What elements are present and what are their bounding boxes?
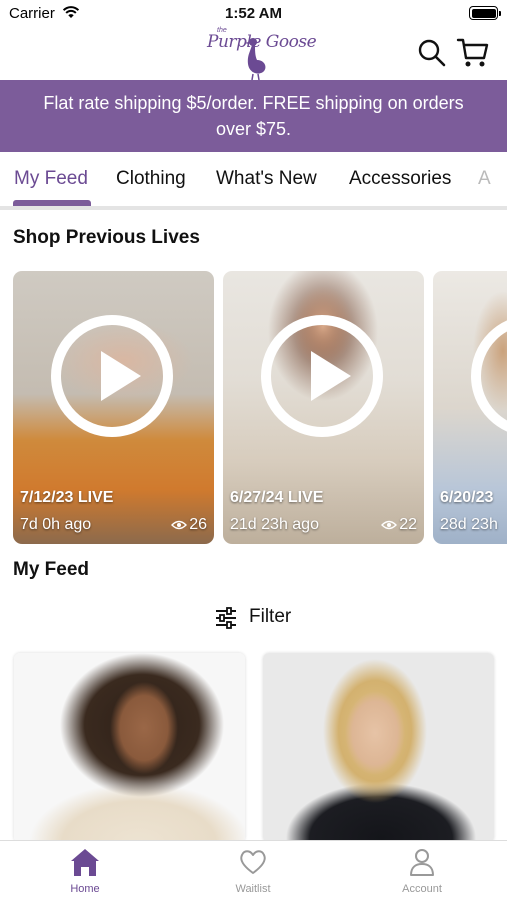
eye-icon [171,520,188,530]
sliders-icon [216,607,236,629]
tabs-divider [0,206,507,210]
play-icon[interactable] [51,315,173,437]
account-icon [410,849,434,876]
nav-home-label: Home [70,883,100,895]
live-views: 26 [171,516,207,534]
live-card[interactable]: 6/20/23 28d 23h [433,271,507,544]
battery-icon [469,6,501,20]
category-tabs: My Feed Clothing What's New Accessories … [0,152,507,208]
product-card[interactable] [263,653,494,843]
tab-my-feed[interactable]: My Feed [14,168,88,190]
live-ago: 28d 23h [440,516,498,533]
live-views: 22 [381,516,417,534]
home-icon [71,849,99,876]
nav-waitlist[interactable]: Waitlist [203,847,303,895]
banner-line-2: over $75. [215,119,292,139]
nav-account-label: Account [402,883,442,895]
live-ago: 21d 23h ago [230,516,319,533]
tab-accessories[interactable]: Accessories [349,168,451,190]
product-image [263,653,494,843]
tab-clothing[interactable]: Clothing [116,168,186,190]
tab-next-partial[interactable]: A [478,168,491,190]
section-title-previous-lives: Shop Previous Lives [13,227,200,248]
live-date: 7/12/23 LIVE [20,489,114,506]
banner-line-1: Flat rate shipping $5/order. FREE shippi… [43,93,464,113]
play-icon[interactable] [261,315,383,437]
nav-account[interactable]: Account [372,847,472,895]
app-header: the Purple Goose [0,27,507,80]
goose-icon [244,38,266,80]
live-ago: 7d 0h ago [20,516,92,533]
cart-icon[interactable] [456,36,490,70]
views-count: 26 [189,516,207,533]
live-date: 6/27/24 LIVE [230,489,324,506]
eye-icon [381,520,398,530]
nav-home[interactable]: Home [35,847,135,895]
brand-logo[interactable]: the Purple Goose [205,27,317,80]
shipping-banner: Flat rate shipping $5/order. FREE shippi… [0,80,507,152]
nav-waitlist-label: Waitlist [235,883,271,895]
bottom-navigation: Home Waitlist Account [0,840,507,900]
filter-label: Filter [249,606,292,627]
live-card[interactable]: 6/27/24 LIVE 21d 23h ago 22 [223,271,424,544]
live-date: 6/20/23 [440,489,494,506]
tab-whats-new[interactable]: What's New [216,168,317,190]
product-card[interactable] [14,653,245,843]
heart-icon [240,850,266,874]
views-count: 22 [399,516,417,533]
section-title-my-feed: My Feed [13,559,90,580]
product-image [14,653,245,843]
live-card[interactable]: 7/12/23 LIVE 7d 0h ago 26 [13,271,214,544]
search-icon[interactable] [417,38,447,68]
status-time: 1:52 AM [225,5,282,22]
status-bar: Carrier 1:52 AM [0,0,507,28]
